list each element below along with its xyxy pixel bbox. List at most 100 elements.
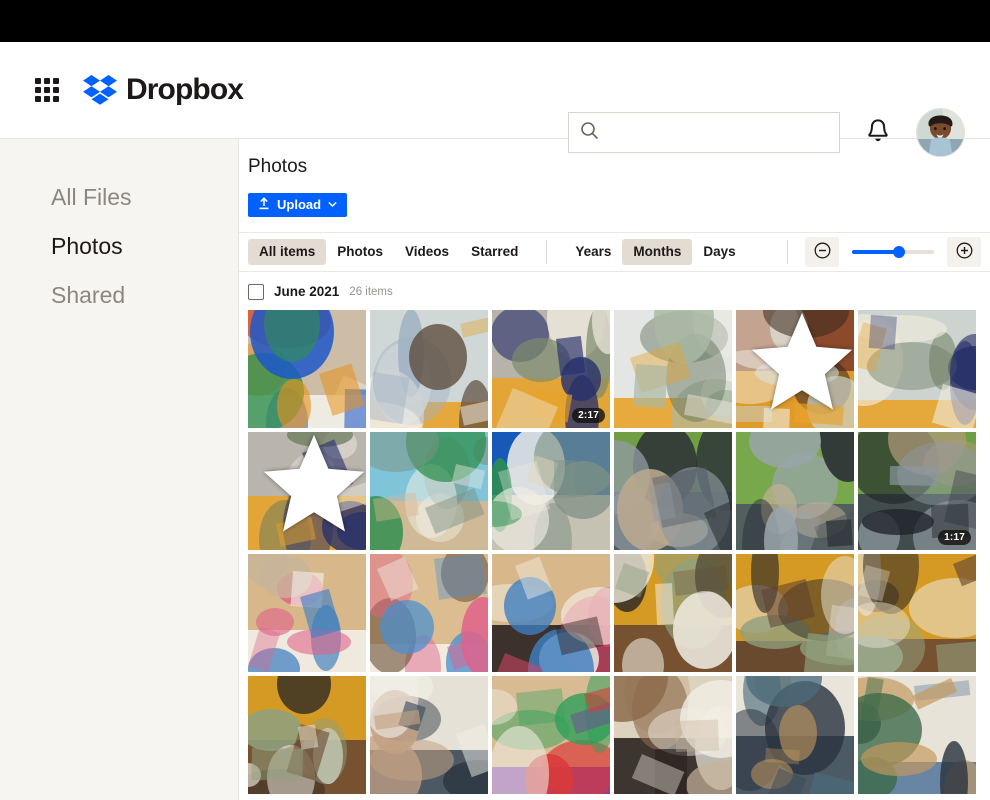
photo-thumbnail[interactable] bbox=[736, 553, 854, 672]
photo-grid: 2:17 1:17 bbox=[248, 309, 990, 794]
grid-dot bbox=[35, 78, 41, 84]
photo-image bbox=[614, 431, 732, 550]
tab-days[interactable]: Days bbox=[692, 239, 746, 265]
photo-image bbox=[614, 675, 732, 794]
photo-image bbox=[492, 431, 610, 550]
photo-thumbnail[interactable] bbox=[858, 553, 976, 672]
minus-circle-icon bbox=[814, 242, 831, 262]
video-duration-badge: 2:17 bbox=[572, 407, 605, 423]
photo-thumbnail[interactable] bbox=[736, 309, 854, 428]
sidebar-item-photos[interactable]: Photos bbox=[0, 222, 238, 271]
slider-thumb[interactable] bbox=[892, 245, 905, 258]
photo-thumbnail[interactable] bbox=[858, 675, 976, 794]
photo-thumbnail[interactable] bbox=[370, 309, 488, 428]
photo-thumbnail[interactable] bbox=[370, 431, 488, 550]
photo-thumbnail[interactable] bbox=[736, 431, 854, 550]
video-duration-badge: 1:17 bbox=[938, 529, 971, 545]
photo-grid-scroll[interactable]: 2:17 1:17 bbox=[239, 309, 990, 800]
photo-thumbnail[interactable] bbox=[248, 309, 366, 428]
dropbox-wordmark: Dropbox bbox=[126, 73, 244, 106]
photo-image bbox=[370, 431, 488, 550]
search-icon bbox=[569, 121, 599, 145]
photo-image bbox=[370, 553, 488, 672]
photo-thumbnail[interactable] bbox=[248, 553, 366, 672]
photo-thumbnail[interactable] bbox=[492, 675, 610, 794]
tab-all-items[interactable]: All items bbox=[248, 238, 327, 265]
apps-grid-icon[interactable] bbox=[33, 76, 61, 104]
photo-image bbox=[248, 553, 366, 672]
photo-thumbnail[interactable] bbox=[614, 675, 732, 794]
photo-thumbnail[interactable] bbox=[492, 431, 610, 550]
photo-image bbox=[736, 553, 854, 672]
photo-thumbnail[interactable] bbox=[248, 431, 366, 550]
tab-photos[interactable]: Photos bbox=[326, 239, 394, 265]
month-title: June 2021 bbox=[274, 284, 340, 300]
photo-thumbnail[interactable] bbox=[858, 309, 976, 428]
zoom-in-button[interactable] bbox=[947, 236, 981, 267]
photo-image bbox=[858, 675, 976, 794]
toolbar-divider bbox=[546, 239, 548, 264]
toolbar-divider-2 bbox=[787, 239, 788, 264]
slider-fill bbox=[852, 249, 899, 254]
photo-thumbnail[interactable] bbox=[370, 553, 488, 672]
zoom-out-button[interactable] bbox=[805, 236, 839, 267]
avatar[interactable] bbox=[916, 108, 965, 157]
photo-image bbox=[492, 675, 610, 794]
tab-starred[interactable]: Starred bbox=[460, 239, 529, 265]
photo-thumbnail[interactable]: 2:17 bbox=[492, 309, 610, 428]
zoom-control bbox=[805, 236, 981, 267]
photo-thumbnail[interactable] bbox=[492, 553, 610, 672]
photo-image bbox=[614, 553, 732, 672]
photo-thumbnail[interactable] bbox=[370, 675, 488, 794]
os-top-bar bbox=[0, 0, 990, 42]
tab-years[interactable]: Years bbox=[564, 239, 622, 265]
photo-thumbnail[interactable] bbox=[614, 553, 732, 672]
star-icon bbox=[255, 432, 366, 544]
select-month-checkbox[interactable] bbox=[248, 283, 264, 300]
photo-thumbnail[interactable] bbox=[614, 309, 732, 428]
search-box[interactable] bbox=[568, 112, 840, 153]
type-filter-tabs: All items Photos Videos Starred bbox=[248, 238, 529, 265]
photo-image bbox=[858, 553, 976, 672]
grid-dot bbox=[44, 96, 50, 102]
tab-months[interactable]: Months bbox=[622, 238, 693, 265]
dropbox-box-icon bbox=[83, 75, 117, 105]
sidebar-item-shared[interactable]: Shared bbox=[0, 271, 238, 320]
notifications-bell-icon[interactable] bbox=[866, 118, 890, 149]
upload-button[interactable]: Upload bbox=[248, 192, 348, 217]
photo-image bbox=[858, 309, 976, 428]
photo-image bbox=[248, 309, 366, 428]
upload-arrow-icon bbox=[258, 196, 270, 213]
photo-image bbox=[370, 675, 488, 794]
grid-dot bbox=[53, 96, 59, 102]
photo-image bbox=[736, 675, 854, 794]
photo-thumbnail[interactable]: 1:17 bbox=[858, 431, 976, 550]
sidebar: All Files Photos Shared bbox=[0, 139, 239, 800]
photo-image bbox=[248, 675, 366, 794]
grid-dot bbox=[53, 87, 59, 93]
upload-button-label: Upload bbox=[277, 197, 322, 213]
grid-dot bbox=[35, 87, 41, 93]
search-input[interactable] bbox=[599, 113, 839, 152]
thumbnail-size-slider[interactable] bbox=[852, 245, 934, 258]
month-section-header: June 2021 26 items bbox=[239, 272, 990, 310]
page-title: Photos bbox=[248, 156, 308, 177]
photos-toolbar: All items Photos Videos Starred Years Mo… bbox=[239, 231, 990, 272]
grid-dot bbox=[44, 87, 50, 93]
photo-image bbox=[614, 309, 732, 428]
grid-dot bbox=[35, 96, 41, 102]
photo-thumbnail[interactable] bbox=[248, 675, 366, 794]
body: All Files Photos Shared Photos Upload Al… bbox=[0, 139, 990, 800]
tab-videos[interactable]: Videos bbox=[394, 239, 460, 265]
photo-thumbnail[interactable] bbox=[736, 675, 854, 794]
photo-image bbox=[370, 309, 488, 428]
time-range-tabs: Years Months Days bbox=[564, 238, 746, 265]
photo-thumbnail[interactable] bbox=[614, 431, 732, 550]
photo-image bbox=[736, 431, 854, 550]
main-content: Photos Upload All items Photos Videos St… bbox=[239, 139, 990, 800]
grid-dot bbox=[44, 78, 50, 84]
grid-dot bbox=[53, 78, 59, 84]
sidebar-item-all-files[interactable]: All Files bbox=[0, 173, 238, 222]
star-icon bbox=[743, 310, 854, 422]
dropbox-logo-link[interactable]: Dropbox bbox=[83, 73, 244, 107]
